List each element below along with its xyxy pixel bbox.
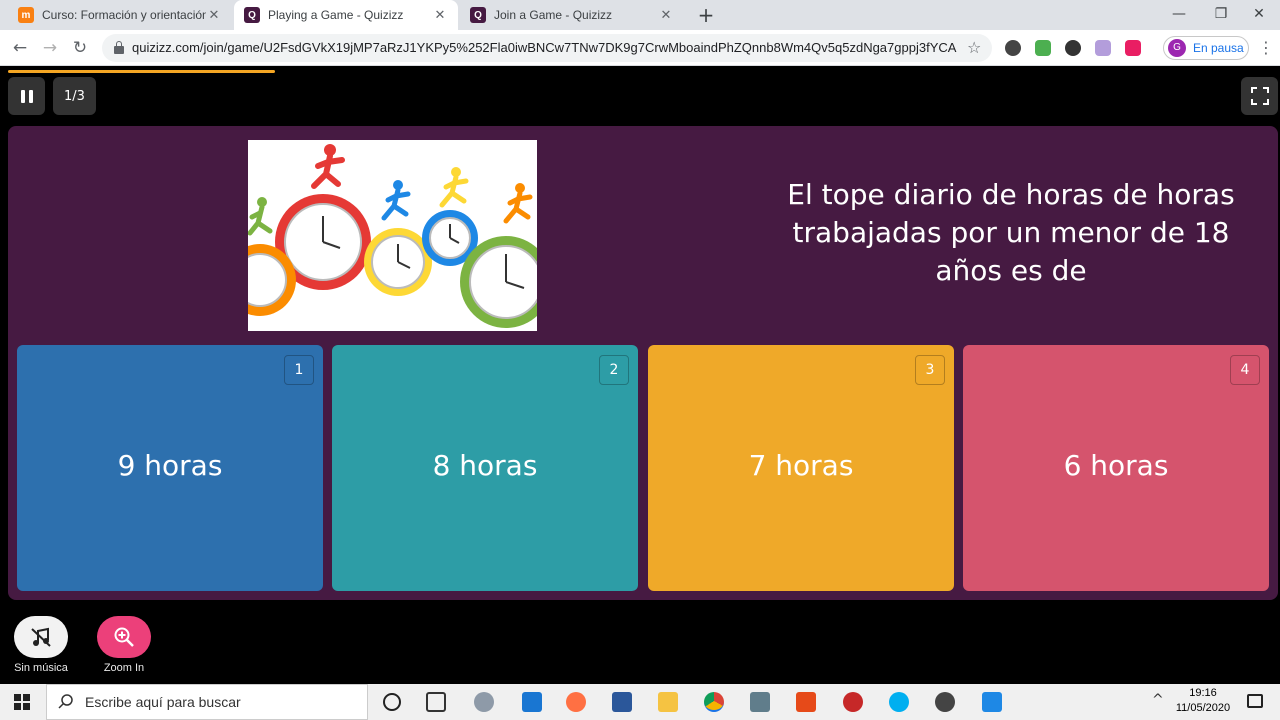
answer-option-3[interactable]: 3 7 horas (648, 345, 954, 591)
gears-clocks-illustration (248, 140, 537, 331)
answer-option-4[interactable]: 4 6 horas (963, 345, 1269, 591)
music-toggle-label: Sin música (14, 662, 68, 674)
fullscreen-button[interactable] (1241, 77, 1278, 115)
word-icon[interactable] (612, 692, 632, 712)
address-bar[interactable]: quizizz.com/join/game/U2FsdGVkX19jMP7aRz… (102, 34, 992, 62)
search-icon (58, 694, 73, 709)
pause-icon (19, 89, 35, 103)
new-tab-plus-icon[interactable]: + (694, 3, 718, 27)
answer-option-2[interactable]: 2 8 horas (332, 345, 638, 591)
extension-icon-4[interactable] (1095, 40, 1111, 56)
windows-taskbar: Escribe aquí para buscar ^ 19:16 11/05/2… (0, 684, 1280, 720)
clock-date: 11/05/2020 (1175, 702, 1231, 714)
minimize-icon[interactable]: — (1156, 0, 1202, 30)
question-text: El tope diario de horas de horas trabaja… (787, 178, 1235, 287)
option-label: 9 horas (117, 449, 223, 482)
taskbar-clock[interactable]: 19:16 11/05/2020 (1168, 686, 1238, 716)
option-number: 2 (599, 355, 629, 385)
recorder-icon[interactable] (843, 692, 863, 712)
desktop-app-icon[interactable] (522, 692, 542, 712)
music-off-icon (31, 627, 51, 647)
chrome-icon[interactable] (704, 692, 724, 712)
option-number: 1 (284, 355, 314, 385)
remote-app-icon[interactable] (982, 692, 1002, 712)
moodle-favicon-icon: m (18, 7, 34, 23)
option-number: 4 (1230, 355, 1260, 385)
extension-play-icon[interactable] (1125, 40, 1141, 56)
extension-icon-2[interactable] (1035, 40, 1051, 56)
forward-arrow-icon[interactable]: → (38, 36, 62, 60)
quizizz-favicon-icon: Q (470, 7, 486, 23)
zoom-in-button[interactable] (97, 616, 151, 658)
settings-gear-icon[interactable] (935, 692, 955, 712)
close-tab-icon[interactable]: ✕ (206, 7, 222, 23)
extension-icon-1[interactable] (1005, 40, 1021, 56)
question-image (248, 140, 537, 331)
question-panel: El tope diario de horas de horas trabaja… (8, 126, 1278, 600)
profile-button[interactable]: G En pausa (1163, 36, 1249, 60)
notifications-icon[interactable] (1247, 694, 1263, 708)
zoom-in-label: Zoom In (103, 662, 145, 674)
search-placeholder: Escribe aquí para buscar (85, 694, 241, 710)
option-label: 7 horas (748, 449, 854, 482)
task-view-icon[interactable] (426, 692, 446, 712)
reload-icon[interactable]: ↻ (68, 36, 92, 60)
tab-curso[interactable]: m Curso: Formación y orientación la ✕ (8, 0, 232, 30)
url-text[interactable]: quizizz.com/join/game/U2FsdGVkX19jMP7aRz… (132, 34, 957, 62)
back-arrow-icon[interactable]: ← (8, 36, 32, 60)
tab-join-game[interactable]: Q Join a Game - Quizizz ✕ (460, 0, 684, 30)
tab-title: Playing a Game - Quizizz (268, 8, 404, 22)
skype-icon[interactable] (889, 692, 909, 712)
quizizz-favicon-icon: Q (244, 7, 260, 23)
quiz-game-area: 1/3 El tope diario de horas de horas tra… (0, 66, 1280, 684)
menu-kebab-icon[interactable]: ⋮ (1258, 36, 1274, 60)
option-number: 3 (915, 355, 945, 385)
option-label: 6 horas (1063, 449, 1169, 482)
file-explorer-icon[interactable] (658, 692, 678, 712)
taskbar-search-box[interactable]: Escribe aquí para buscar (46, 684, 368, 720)
close-tab-icon[interactable]: ✕ (658, 7, 674, 23)
network-app-icon[interactable] (474, 692, 494, 712)
firefox-icon[interactable] (566, 692, 586, 712)
avatar: G (1168, 39, 1186, 57)
tab-title: Join a Game - Quizizz (494, 8, 613, 22)
browser-toolbar: ← → ↻ quizizz.com/join/game/U2FsdGVkX19j… (0, 30, 1280, 66)
tab-playing-game[interactable]: Q Playing a Game - Quizizz ✕ (234, 0, 458, 30)
close-tab-icon[interactable]: ✕ (432, 7, 448, 23)
clock-time: 19:16 (1189, 687, 1217, 699)
lock-icon (114, 41, 124, 54)
fullscreen-icon (1251, 87, 1269, 105)
browser-tab-strip: m Curso: Formación y orientación la ✕ Q … (0, 0, 1280, 30)
pause-button[interactable] (8, 77, 45, 115)
cortana-icon[interactable] (383, 693, 401, 711)
tab-title: Curso: Formación y orientación la (42, 8, 206, 22)
option-label: 8 horas (432, 449, 538, 482)
zoom-in-icon (114, 627, 134, 647)
close-window-icon[interactable]: ✕ (1236, 0, 1280, 30)
answer-option-1[interactable]: 1 9 horas (17, 345, 323, 591)
windows-start-icon[interactable] (14, 694, 30, 710)
network-settings-icon[interactable] (750, 692, 770, 712)
powerpoint-icon[interactable] (796, 692, 816, 712)
profile-status: En pausa (1193, 41, 1244, 55)
bookmark-star-icon[interactable]: ☆ (967, 36, 981, 60)
chevron-up-icon[interactable]: ^ (1152, 692, 1164, 708)
question-counter: 1/3 (53, 77, 96, 115)
extension-download-icon[interactable] (1065, 40, 1081, 56)
quiz-progress-bar (8, 70, 275, 73)
music-toggle-button[interactable] (14, 616, 68, 658)
